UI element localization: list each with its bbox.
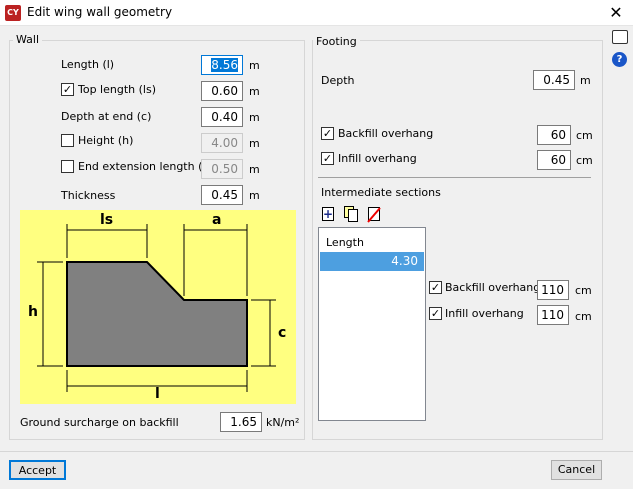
top-length-unit: m	[249, 85, 260, 98]
sec-infill-label: Infill overhang	[445, 307, 524, 320]
end-ext-checkbox[interactable]	[61, 160, 74, 173]
sec-infill-input[interactable]: 110	[537, 305, 569, 325]
depth-end-label: Depth at end (c)	[61, 110, 152, 123]
sec-infill-unit: cm	[575, 310, 592, 323]
sec-backfill-checkbox[interactable]: ✓	[429, 281, 442, 294]
sec-backfill-unit: cm	[575, 284, 592, 297]
depth-unit: m	[580, 74, 591, 87]
wall-shape	[37, 224, 276, 392]
top-length-input[interactable]: 0.60	[201, 81, 243, 101]
sec-backfill-label: Backfill overhang	[445, 281, 541, 294]
wall-diagram: ls a h c l	[20, 210, 296, 404]
infill-input[interactable]: 60	[537, 150, 571, 170]
backfill-input[interactable]: 60	[537, 125, 571, 145]
thickness-label: Thickness	[61, 189, 116, 202]
infill-unit: cm	[576, 154, 593, 167]
footing-group-title: Footing	[313, 35, 360, 48]
surcharge-input[interactable]: 1.65	[220, 412, 262, 432]
depth-end-input[interactable]: 0.40	[201, 107, 243, 127]
top-length-label: Top length (ls)	[78, 83, 156, 96]
surcharge-unit: kN/m²	[266, 416, 300, 429]
thickness-input[interactable]: 0.45	[201, 185, 243, 205]
backfill-label: Backfill overhang	[338, 127, 434, 140]
close-button[interactable]: ✕	[604, 2, 628, 24]
height-checkbox[interactable]	[61, 134, 74, 147]
thickness-unit: m	[249, 189, 260, 202]
dim-c: c	[278, 325, 287, 341]
top-length-checkbox[interactable]: ✓	[61, 83, 74, 96]
end-ext-unit: m	[249, 163, 260, 176]
wall-group-title: Wall	[13, 33, 43, 46]
length-input[interactable]: 8.56	[201, 55, 243, 75]
depth-label: Depth	[321, 74, 355, 87]
length-unit: m	[249, 59, 260, 72]
window-title: Edit wing wall geometry	[27, 5, 173, 19]
end-ext-input[interactable]: 0.50	[201, 159, 243, 179]
footer-separator	[0, 451, 633, 452]
add-section-icon[interactable]: +	[322, 207, 334, 221]
list-item-value: 4.30	[391, 254, 418, 268]
cancel-button[interactable]: Cancel	[551, 460, 602, 480]
infill-checkbox[interactable]: ✓	[321, 152, 334, 165]
help-icon[interactable]: ?	[612, 52, 627, 67]
sections-list[interactable]: Length 4.30	[318, 227, 426, 421]
dim-a: a	[212, 212, 222, 228]
app-icon: CY	[5, 5, 21, 21]
length-value: 8.56	[211, 58, 238, 72]
depth-input[interactable]: 0.45	[533, 70, 575, 90]
copy-section-icon[interactable]	[344, 206, 359, 222]
list-header: Length	[326, 236, 364, 249]
dim-h: h	[28, 304, 38, 320]
list-item[interactable]: 4.30	[320, 252, 424, 271]
height-label: Height (h)	[78, 134, 134, 147]
sec-backfill-input[interactable]: 110	[537, 280, 569, 300]
help-book-icon[interactable]	[612, 30, 628, 44]
infill-label: Infill overhang	[338, 152, 417, 165]
sections-title: Intermediate sections	[321, 186, 441, 199]
dim-l: l	[155, 386, 160, 402]
accept-button[interactable]: Accept	[9, 460, 66, 480]
backfill-checkbox[interactable]: ✓	[321, 127, 334, 140]
surcharge-label: Ground surcharge on backfill	[20, 416, 179, 429]
dim-ls: ls	[100, 212, 114, 228]
length-label: Length (l)	[61, 58, 115, 71]
height-input[interactable]: 4.00	[201, 133, 243, 153]
sec-infill-checkbox[interactable]: ✓	[429, 307, 442, 320]
depth-end-unit: m	[249, 111, 260, 124]
backfill-unit: cm	[576, 129, 593, 142]
end-ext-label: End extension length (a)	[78, 160, 214, 173]
separator	[318, 177, 591, 178]
height-unit: m	[249, 137, 260, 150]
delete-section-icon[interactable]	[367, 207, 381, 223]
